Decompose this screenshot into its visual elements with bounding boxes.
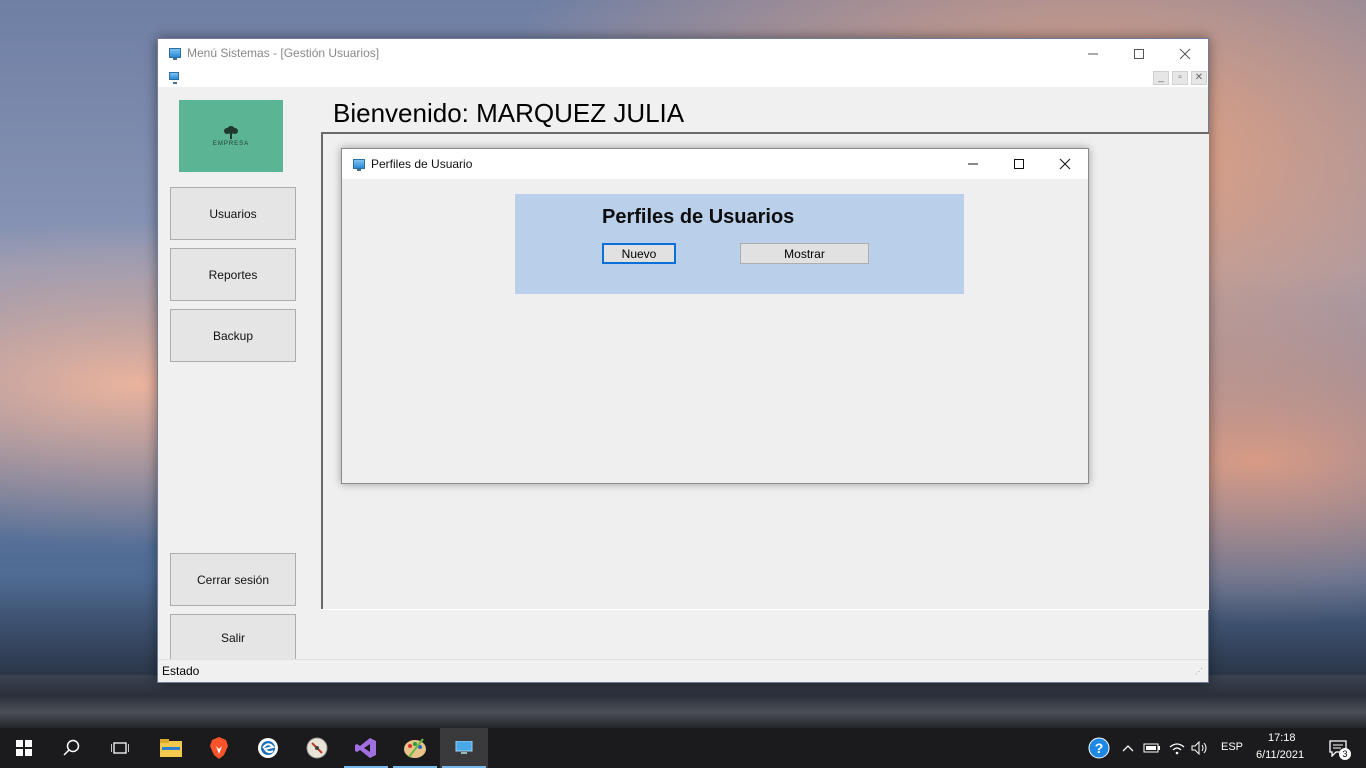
task-view-button[interactable] <box>96 728 144 768</box>
tree-icon <box>224 126 238 139</box>
current-app-button[interactable] <box>440 728 488 768</box>
mdi-close-button[interactable]: ✕ <box>1191 71 1207 85</box>
child-window-title: Perfiles de Usuario <box>371 157 473 171</box>
compass-app-button[interactable] <box>293 728 341 768</box>
compass-icon <box>306 737 328 759</box>
profiles-heading: Perfiles de Usuarios <box>602 206 795 228</box>
language-indicator[interactable]: ESP <box>1221 741 1243 753</box>
app-icon <box>169 48 181 60</box>
clock-time[interactable]: 17:18 <box>1268 732 1296 744</box>
close-icon <box>1059 158 1071 170</box>
mdi-child-icon[interactable] <box>169 72 179 84</box>
close-icon: ✕ <box>1194 72 1204 83</box>
mdi-minimize-button[interactable]: _ <box>1153 71 1169 85</box>
restore-icon: ▫ <box>1178 72 1182 83</box>
taskbar: ? ESP 17:18 6/11/2021 3 <box>0 728 1366 768</box>
paint-button[interactable] <box>391 728 439 768</box>
folder-icon <box>160 739 182 757</box>
child-title-bar[interactable]: Perfiles de Usuario <box>342 149 1088 179</box>
help-icon: ? <box>1088 737 1110 759</box>
svg-text:?: ? <box>1095 740 1104 756</box>
brave-button[interactable] <box>195 728 243 768</box>
mdi-menu-bar <box>158 69 1208 87</box>
show-hidden-icons-button[interactable] <box>1118 728 1138 768</box>
paint-icon <box>404 738 426 758</box>
child-close-button[interactable] <box>1042 149 1088 179</box>
usuarios-button[interactable]: Usuarios <box>170 187 296 240</box>
file-explorer-button[interactable] <box>147 728 195 768</box>
reportes-button[interactable]: Reportes <box>170 248 296 301</box>
brave-icon <box>210 737 228 759</box>
help-tray-button[interactable]: ? <box>1085 728 1113 768</box>
clock-date[interactable]: 6/11/2021 <box>1256 749 1304 761</box>
edge-button[interactable] <box>244 728 292 768</box>
notifications-button[interactable]: 3 <box>1318 728 1358 768</box>
welcome-heading: Bienvenido: MARQUEZ JULIA <box>333 98 685 128</box>
maximize-icon <box>1134 49 1144 59</box>
app-icon <box>353 159 365 171</box>
logo-text: EMPRESA <box>212 141 250 147</box>
backup-button[interactable]: Backup <box>170 309 296 362</box>
windows-icon <box>16 740 32 756</box>
child-maximize-button[interactable] <box>996 149 1042 179</box>
perfiles-window: Perfiles de Usuario Perfiles de Usuarios… <box>341 148 1089 484</box>
resize-grip-icon[interactable]: ⋰ <box>1195 668 1205 679</box>
app-window-icon <box>455 741 473 754</box>
status-bar: Estado ⋰ <box>158 659 1208 682</box>
network-button[interactable] <box>1165 728 1189 768</box>
close-icon <box>1179 48 1191 60</box>
visual-studio-icon <box>355 738 376 758</box>
search-button[interactable] <box>48 728 96 768</box>
minimize-icon <box>968 163 978 165</box>
profiles-panel: Perfiles de Usuarios Nuevo Mostrar <box>515 194 964 294</box>
maximize-button[interactable] <box>1116 39 1162 69</box>
search-icon <box>63 739 80 756</box>
status-label: Estado <box>162 664 200 678</box>
divider <box>321 609 1209 610</box>
edge-icon <box>258 738 278 758</box>
task-view-icon <box>111 742 129 754</box>
battery-button[interactable] <box>1141 728 1163 768</box>
close-button[interactable] <box>1162 39 1208 69</box>
minimize-button[interactable] <box>1070 39 1116 69</box>
volume-icon <box>1191 741 1207 755</box>
visual-studio-button[interactable] <box>342 728 390 768</box>
logout-button[interactable]: Cerrar sesión <box>170 553 296 606</box>
wifi-icon <box>1169 743 1185 755</box>
notification-count-badge: 3 <box>1339 748 1351 760</box>
exit-button[interactable]: Salir <box>170 614 296 661</box>
chevron-up-icon <box>1122 745 1134 752</box>
title-bar[interactable]: Menú Sistemas - [Gestión Usuarios] <box>158 39 1208 69</box>
battery-icon <box>1143 743 1160 753</box>
company-logo: EMPRESA <box>179 100 283 172</box>
minimize-icon <box>1088 53 1098 55</box>
minimize-icon: _ <box>1158 72 1164 83</box>
maximize-icon <box>1014 159 1024 169</box>
window-title: Menú Sistemas - [Gestión Usuarios] <box>187 46 380 60</box>
mdi-restore-button[interactable]: ▫ <box>1172 71 1188 85</box>
show-button[interactable]: Mostrar <box>740 243 869 264</box>
child-minimize-button[interactable] <box>950 149 996 179</box>
new-button[interactable]: Nuevo <box>602 243 676 264</box>
volume-button[interactable] <box>1189 728 1211 768</box>
start-button[interactable] <box>0 728 48 768</box>
